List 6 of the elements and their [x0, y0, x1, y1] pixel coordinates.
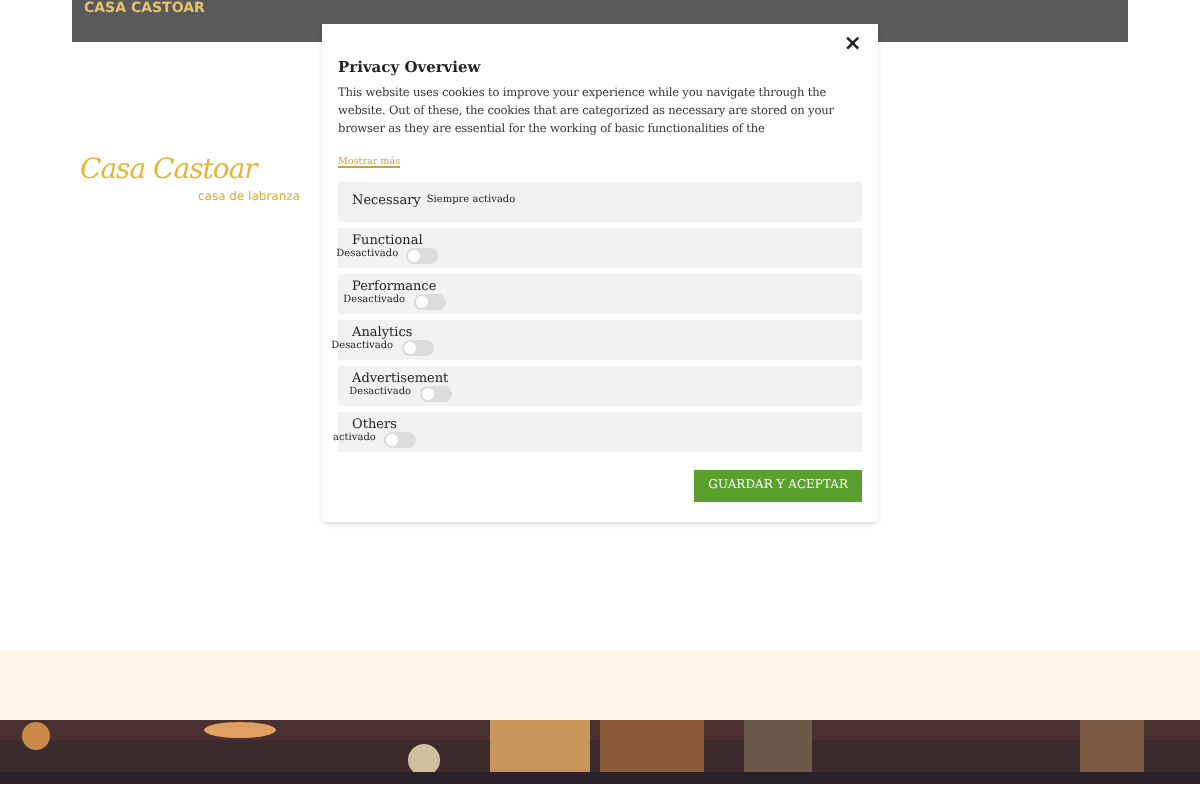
- toggle-switch[interactable]: [401, 339, 434, 355]
- toggle-switch[interactable]: [406, 247, 439, 263]
- toggle-switch[interactable]: [419, 385, 452, 401]
- close-button[interactable]: ×: [843, 32, 862, 56]
- toggle-switch[interactable]: [383, 431, 416, 447]
- toggle-switch[interactable]: [413, 293, 446, 309]
